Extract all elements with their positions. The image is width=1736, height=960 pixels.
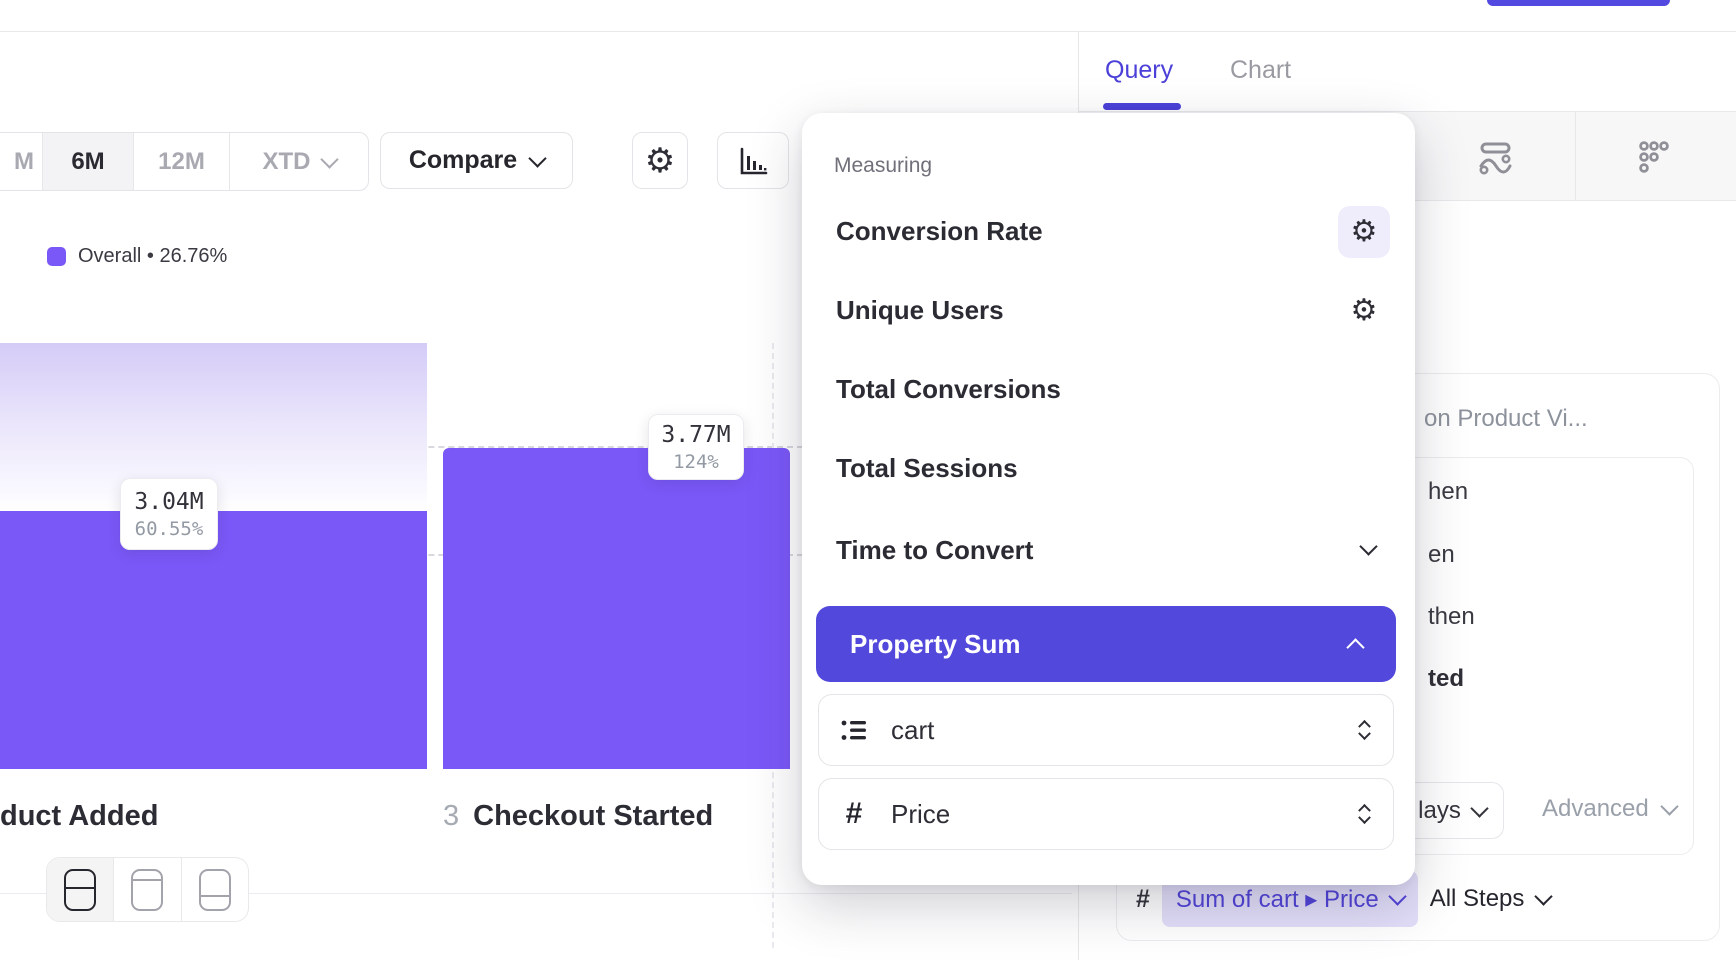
chart-layout-toggle	[46, 857, 249, 922]
menu-item-total-sessions[interactable]: Total Sessions	[836, 453, 1018, 484]
conversion-rate-settings-button[interactable]: ⚙	[1338, 206, 1390, 258]
advanced-dropdown[interactable]: Advanced	[1542, 795, 1676, 823]
chevron-down-icon	[1535, 887, 1553, 905]
gear-icon: ⚙	[645, 144, 675, 178]
compare-button[interactable]: Compare	[380, 132, 573, 189]
compare-label: Compare	[409, 146, 517, 175]
header-border	[0, 31, 1736, 32]
layout-top-panel-button[interactable]	[113, 858, 180, 921]
more-views-button[interactable]	[1633, 136, 1675, 178]
selected-property: Price	[891, 799, 1338, 830]
chevron-up-icon	[1346, 638, 1364, 656]
hash-icon: #	[839, 797, 869, 831]
menu-item-conversion-rate[interactable]: Conversion Rate	[836, 216, 1043, 247]
all-steps-label: All Steps	[1430, 885, 1525, 913]
menu-item-unique-users[interactable]: Unique Users	[836, 295, 1004, 326]
bar-1-value: 3.04M	[134, 489, 203, 515]
flow-view-button[interactable]	[1475, 136, 1517, 178]
step-row-fragment-2: en	[1428, 541, 1455, 569]
tab-query[interactable]: Query	[1105, 56, 1173, 85]
bar-1-value-tooltip: 3.04M 60.55%	[120, 478, 218, 550]
selected-event: cart	[891, 715, 1338, 746]
chevron-down-icon	[1660, 797, 1678, 815]
time-range-12m[interactable]: 12M	[133, 133, 229, 190]
layout-rows-icon	[64, 869, 96, 911]
bar-1-pct: 60.55%	[135, 518, 204, 540]
time-range-3m[interactable]: M	[0, 133, 42, 190]
window-label-fragment: lays	[1418, 797, 1461, 825]
step-number: 3	[443, 800, 459, 833]
chart-settings-button[interactable]: ⚙	[632, 132, 688, 189]
up-down-select-icon	[1360, 803, 1369, 825]
conversion-window-button[interactable]: lays	[1400, 782, 1504, 839]
time-range-xtd[interactable]: XTD	[229, 133, 368, 190]
chevron-down-icon	[320, 150, 338, 168]
all-steps-dropdown[interactable]: All Steps	[1430, 885, 1551, 913]
time-range-6m[interactable]: 6M	[42, 133, 133, 190]
bar-2-value: 3.77M	[661, 422, 730, 448]
unique-users-settings-button[interactable]: ⚙	[1338, 285, 1390, 337]
dots-grid-icon	[1633, 136, 1675, 178]
gear-icon: ⚙	[1351, 217, 1378, 247]
menu-item-property-sum-selected[interactable]: Property Sum	[816, 606, 1396, 682]
time-range-xtd-label: XTD	[263, 148, 311, 176]
panel-toolbar-divider	[1575, 112, 1576, 200]
bar-chart-icon	[735, 143, 771, 179]
flow-icon	[1475, 136, 1517, 178]
layout-bottom-panel-button[interactable]	[181, 858, 248, 921]
layout-top-icon	[131, 869, 163, 911]
funnel-bar-1[interactable]	[0, 511, 427, 769]
step-row-fragment-4: ted	[1428, 665, 1464, 693]
primary-action-button-partial[interactable]	[1487, 0, 1670, 6]
funnel-analytics-app: 3.04M 60.55% 3.77M 124% duct Added 3 Che…	[0, 0, 1736, 960]
active-tab-underline	[1103, 103, 1181, 110]
chevron-down-icon	[1470, 799, 1488, 817]
legend-color-swatch	[47, 247, 66, 266]
chart-type-button[interactable]	[717, 132, 789, 189]
property-select[interactable]: # Price	[818, 778, 1394, 850]
layout-split-rows-button[interactable]	[47, 858, 113, 921]
time-range-selector: M 6M 12M XTD	[0, 132, 369, 191]
funnel-bar-2[interactable]	[443, 448, 790, 769]
step-row-fragment-1: hen	[1428, 478, 1468, 506]
chevron-down-icon	[1388, 887, 1406, 905]
measuring-header: Measuring	[834, 154, 932, 178]
menu-item-time-to-convert[interactable]: Time to Convert	[836, 535, 1033, 566]
advanced-label: Advanced	[1542, 795, 1649, 823]
measure-chip-label: Sum of cart ▸ Price	[1176, 885, 1379, 914]
chevron-down-icon	[1359, 537, 1377, 555]
card-title-fragment: on Product Vi...	[1424, 405, 1588, 433]
bar-2-value-tooltip: 3.77M 124%	[648, 414, 744, 480]
gear-icon: ⚙	[1351, 296, 1378, 326]
measuring-dropdown: Measuring Conversion Rate ⚙ Unique Users…	[802, 113, 1415, 885]
menu-item-total-conversions[interactable]: Total Conversions	[836, 374, 1061, 405]
chevron-down-icon	[528, 149, 546, 167]
bar-2-pct: 124%	[673, 451, 719, 473]
step-row-fragment-3: then	[1428, 603, 1475, 631]
step-label-checkout-started: Checkout Started	[473, 800, 713, 833]
property-sum-label: Property Sum	[850, 629, 1021, 660]
layout-bottom-icon	[199, 869, 231, 911]
hash-icon: #	[1136, 885, 1150, 914]
legend-overall-label: Overall • 26.76%	[78, 245, 227, 268]
step-label-product-added: duct Added	[0, 800, 158, 833]
list-icon	[839, 715, 869, 745]
tab-chart[interactable]: Chart	[1230, 56, 1291, 85]
up-down-select-icon	[1360, 719, 1369, 741]
property-event-select[interactable]: cart	[818, 694, 1394, 766]
